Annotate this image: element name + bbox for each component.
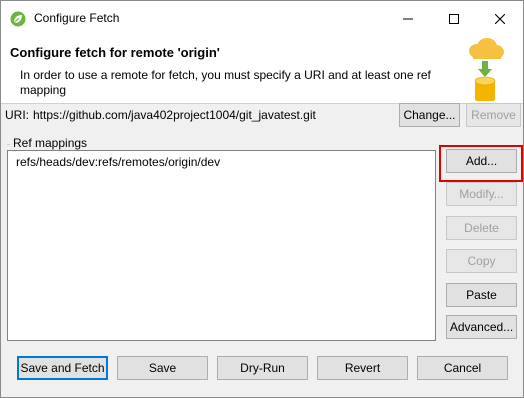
title-bar: Configure Fetch xyxy=(1,1,523,37)
revert-button[interactable]: Revert xyxy=(317,356,408,380)
minimize-button[interactable] xyxy=(385,1,431,37)
close-icon xyxy=(495,14,505,24)
configure-fetch-dialog: Configure Fetch Configure fetch for remo… xyxy=(0,0,524,398)
ref-mappings-list[interactable]: refs/heads/dev:refs/remotes/origin/dev xyxy=(7,150,436,341)
minimize-icon xyxy=(403,18,413,20)
uri-value: https://github.com/java402project1004/gi… xyxy=(33,108,316,122)
maximize-button[interactable] xyxy=(431,1,477,37)
delete-button[interactable]: Delete xyxy=(446,216,517,240)
window-title: Configure Fetch xyxy=(34,11,120,25)
modify-button[interactable]: Modify... xyxy=(446,182,517,206)
uri-label: URI: xyxy=(5,108,29,122)
change-button[interactable]: Change... xyxy=(399,103,460,127)
ref-mappings-label: Ref mappings xyxy=(13,136,88,150)
dialog-header: Configure fetch for remote 'origin' In o… xyxy=(1,37,523,103)
remove-button[interactable]: Remove xyxy=(466,103,521,127)
save-and-fetch-button[interactable]: Save and Fetch xyxy=(17,356,108,380)
cloud-upload-database-icon xyxy=(469,38,504,101)
group-border xyxy=(7,144,10,145)
leaf-app-icon xyxy=(10,11,26,27)
cancel-button[interactable]: Cancel xyxy=(417,356,508,380)
maximize-icon xyxy=(449,14,459,24)
add-button-highlight xyxy=(439,145,523,182)
close-button[interactable] xyxy=(477,1,523,37)
dry-run-button[interactable]: Dry-Run xyxy=(217,356,308,380)
copy-button[interactable]: Copy xyxy=(446,249,517,273)
paste-button[interactable]: Paste xyxy=(446,283,517,307)
header-description: In order to use a remote for fetch, you … xyxy=(20,68,431,97)
advanced-button[interactable]: Advanced... xyxy=(446,315,517,339)
list-item[interactable]: refs/heads/dev:refs/remotes/origin/dev xyxy=(16,155,220,169)
header-title: Configure fetch for remote 'origin' xyxy=(10,45,220,60)
save-button[interactable]: Save xyxy=(117,356,208,380)
